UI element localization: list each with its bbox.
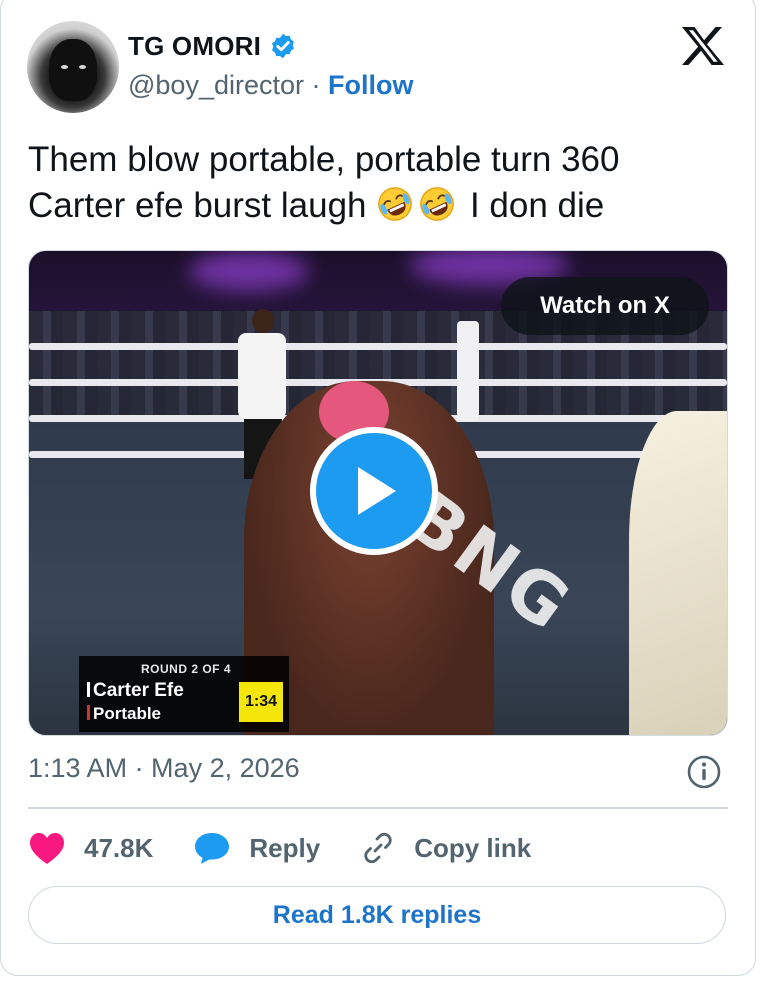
watch-on-x-button[interactable]: Watch on X	[501, 277, 709, 335]
author-name-row: TG OMORI	[128, 30, 297, 62]
score-round: ROUND 2 OF 4	[141, 662, 232, 676]
ring-rope	[29, 343, 727, 350]
video-player[interactable]: BNG Watch on X ROUND 2 OF 4 Carter Efe P…	[28, 250, 728, 736]
avatar[interactable]	[27, 21, 119, 113]
rolling-on-floor-laughing-emoji	[378, 187, 413, 221]
score-time: 1:34	[239, 682, 283, 722]
stage-light	[189, 251, 309, 291]
author-handle[interactable]: @boy_director	[128, 70, 304, 100]
author-name[interactable]: TG OMORI	[128, 31, 261, 62]
reply-button[interactable]: Reply	[193, 831, 320, 865]
verified-badge-icon	[272, 33, 295, 59]
play-button[interactable]	[310, 427, 438, 555]
copy-link-label: Copy link	[414, 832, 532, 863]
reply-label: Reply	[249, 832, 321, 863]
author-handle-row: @boy_director · Follow	[128, 70, 414, 101]
divider	[28, 807, 728, 809]
avatar-eye-left	[61, 65, 68, 69]
score-fighter-2: Portable	[87, 704, 161, 724]
rolling-on-floor-laughing-emoji	[420, 187, 455, 221]
like-button[interactable]: 47.8K	[28, 831, 153, 865]
tweet-line-2-start: Carter efe burst laugh	[28, 186, 377, 225]
speech-bubble-icon	[195, 833, 230, 864]
tweet-text: Them blow portable, portable turn 360 Ca…	[28, 137, 728, 229]
heart-icon	[30, 833, 64, 864]
tweet-line-2-end: I don die	[460, 186, 605, 225]
tweet-timestamp[interactable]: 1:13 AM · May 2, 2026	[28, 753, 300, 784]
like-count: 47.8K	[84, 832, 154, 863]
play-icon	[358, 467, 396, 515]
follow-button[interactable]: Follow	[328, 70, 413, 100]
handle-separator: ·	[311, 70, 321, 100]
avatar-face	[49, 39, 97, 101]
boxer-portable	[629, 411, 727, 735]
info-icon[interactable]	[686, 754, 722, 790]
tweet-line-1: Them blow portable, portable turn 360	[28, 140, 620, 179]
link-icon	[364, 832, 392, 864]
tweet-line-2: Carter efe burst laugh I don die	[28, 183, 728, 229]
avatar-eye-right	[79, 65, 86, 69]
x-logo-icon[interactable]	[680, 26, 726, 66]
score-fighter-1: Carter Efe	[87, 680, 184, 702]
read-replies-button[interactable]: Read 1.8K replies	[28, 886, 726, 944]
copy-link-button[interactable]: Copy link	[360, 830, 531, 866]
action-bar: 47.8K Reply Copy link	[28, 826, 571, 870]
scoreboard: ROUND 2 OF 4 Carter Efe Portable 1:34	[79, 656, 289, 732]
corner-post	[457, 321, 479, 421]
